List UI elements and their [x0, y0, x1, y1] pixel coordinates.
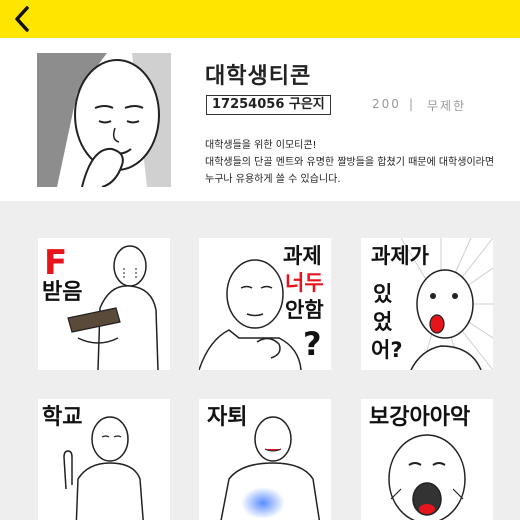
product-thumbnail — [37, 53, 171, 187]
sticker-caption: 어? — [371, 338, 403, 362]
sticker-caption: 과제 — [283, 244, 322, 268]
sticker-caption: ? — [303, 325, 322, 363]
sticker-caption: 과제가 — [371, 244, 429, 268]
sticker-caption: 었 — [373, 310, 393, 334]
chevron-left-icon — [15, 6, 29, 32]
sticker-caption: 받음 — [42, 280, 83, 305]
sticker-tile[interactable]: 보강아아악 — [361, 399, 493, 520]
sticker-tile[interactable]: 학교 — [38, 399, 170, 520]
sticker-caption: F — [44, 243, 68, 283]
meta-separator: | — [409, 97, 414, 111]
description-line: 누구나 유용하게 쓸 수 있습니다. — [205, 174, 341, 185]
author-label: 17254056 구은지 — [206, 95, 331, 115]
top-bar — [0, 0, 520, 38]
product-description: 대학생들을 위한 이모티콘! 대학생들의 단골 멘트와 유명한 짤방들을 합쳤기… — [205, 137, 510, 188]
sticker-caption: 자퇴 — [207, 405, 248, 430]
sticker-caption: 학교 — [42, 405, 83, 430]
sticker-tile[interactable]: 과제 너두 안함 ? — [199, 238, 331, 370]
sticker-caption: 있 — [373, 282, 393, 306]
sticker-caption: 보강아아악 — [369, 405, 471, 430]
product-title: 대학생티콘 — [205, 64, 312, 89]
sticker-grid: F 받음 과제 너두 안함 ? 과제가 있 었 어? 학교 자퇴 보강아아악 — [0, 201, 520, 520]
sticker-caption: 안함 — [285, 298, 324, 322]
sticker-tile[interactable]: 자퇴 — [199, 399, 331, 520]
description-line: 대학생들을 위한 이모티콘! — [205, 140, 317, 151]
sticker-tile[interactable]: 과제가 있 었 어? — [361, 238, 493, 370]
sticker-caption: 너두 — [285, 271, 324, 295]
description-line: 대학생들의 단골 멘트와 유명한 짤방들을 합쳤기 때문에 대학생이라면 — [205, 157, 495, 168]
product-header: 대학생티콘 17254056 구은지 200 | 무제한 대학생들을 위한 이모… — [0, 38, 520, 201]
back-button[interactable] — [8, 4, 36, 34]
sticker-tile[interactable]: F 받음 — [38, 238, 170, 370]
sticker-count: 200 — [372, 97, 401, 111]
usage-limit: 무제한 — [427, 99, 467, 113]
